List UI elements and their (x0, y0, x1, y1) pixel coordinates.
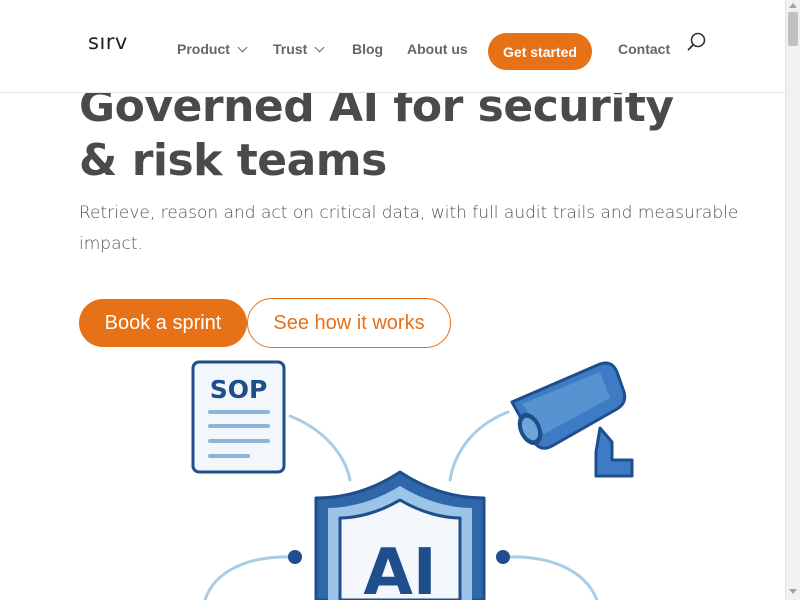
nav-blog[interactable]: Blog (352, 41, 383, 57)
chevron-down-icon (237, 42, 248, 53)
connector-node (496, 550, 510, 564)
nav-product-label: Product (177, 41, 230, 57)
nav-about-us[interactable]: About us (407, 41, 468, 57)
scroll-down-arrow-icon[interactable] (789, 589, 797, 594)
connector-node (288, 550, 302, 564)
scrollbar-thumb[interactable] (788, 12, 798, 46)
shield-label: AI (363, 536, 436, 600)
see-how-it-works-button[interactable]: See how it works (247, 298, 451, 348)
document-icon: SOP (191, 360, 286, 474)
hero-subtitle: Retrieve, reason and act on critical dat… (79, 203, 739, 254)
security-camera-icon (510, 361, 634, 478)
page-scrollbar[interactable] (785, 0, 800, 600)
search-icon (687, 32, 706, 51)
chevron-down-icon (314, 42, 325, 53)
site-header: sırv Product Trust Blog About us Get sta… (0, 0, 785, 93)
hero-title: Governed AI for security & risk teams (79, 81, 674, 186)
scroll-up-arrow-icon[interactable] (789, 3, 797, 8)
get-started-button[interactable]: Get started (488, 33, 592, 70)
logo[interactable]: sırv (88, 30, 128, 54)
document-label: SOP (210, 375, 268, 404)
nav-trust-label: Trust (273, 41, 308, 57)
nav-contact[interactable]: Contact (618, 41, 670, 57)
shield-icon: AI (314, 470, 486, 600)
nav-trust[interactable]: Trust (273, 41, 325, 57)
book-sprint-button[interactable]: Book a sprint (79, 299, 247, 347)
search-button[interactable] (686, 31, 708, 53)
nav-product[interactable]: Product (177, 41, 248, 57)
hero-illustration: SOP AI (191, 360, 634, 600)
